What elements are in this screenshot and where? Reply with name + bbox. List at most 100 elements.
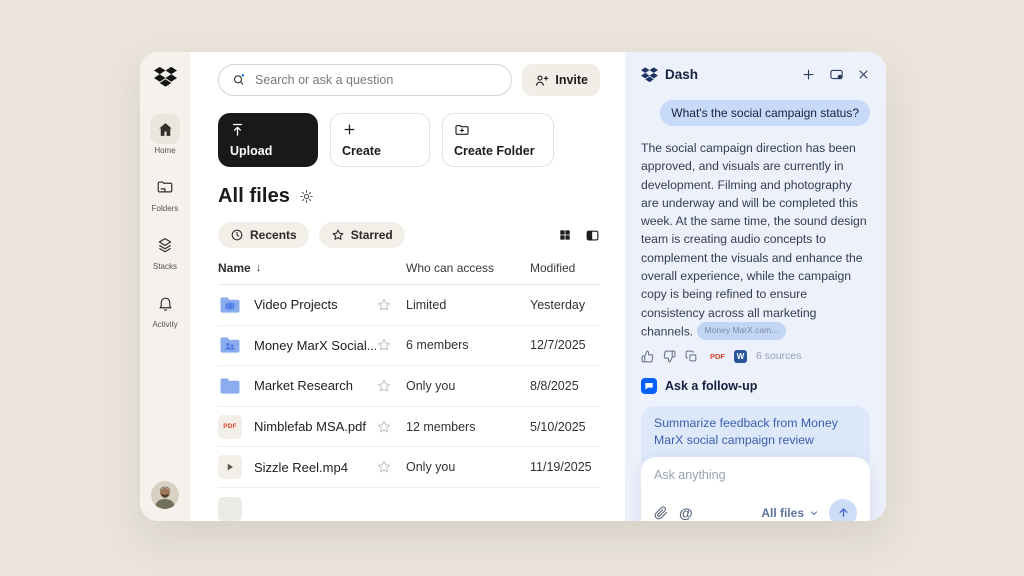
table-row[interactable]: PDF Nimblefab MSA.pdf 12 members 5/10/20…: [218, 407, 600, 448]
invite-button[interactable]: Invite: [522, 64, 600, 96]
star-toggle-icon[interactable]: [376, 419, 406, 435]
video-file-icon: [218, 455, 242, 479]
filter-starred[interactable]: Starred: [319, 222, 405, 248]
chevron-down-icon: [808, 507, 820, 519]
copy-icon[interactable]: [685, 350, 698, 363]
upload-button[interactable]: Upload: [218, 113, 318, 167]
modified-cell: Yesterday: [530, 298, 600, 312]
folder-video-icon: [218, 293, 242, 317]
star-icon: [331, 228, 345, 242]
person-plus-icon: [534, 73, 549, 88]
column-header-access[interactable]: Who can access: [406, 261, 530, 275]
app-window: Home Folders Stacks Activity: [140, 52, 886, 521]
gear-icon[interactable]: [299, 189, 314, 204]
modified-cell: 12/7/2025: [530, 338, 600, 352]
scope-selector[interactable]: All files: [761, 506, 820, 520]
new-chat-icon[interactable]: [801, 67, 816, 82]
table-row[interactable]: Video Projects Limited Yesterday: [218, 285, 600, 326]
access-cell: Only you: [406, 379, 530, 393]
sidebar-item-label: Folders: [152, 204, 179, 213]
sidebar-item-label: Stacks: [153, 262, 177, 271]
sidebar-item-folders[interactable]: Folders: [150, 172, 180, 213]
file-name: Video Projects: [254, 297, 376, 312]
search-icon: [231, 72, 247, 88]
dropbox-logo-icon[interactable]: [154, 65, 177, 88]
sort-descending-icon: ↓: [256, 262, 262, 274]
create-folder-button[interactable]: Create Folder: [442, 113, 554, 167]
table-header: Name ↓ Who can access Modified: [218, 261, 600, 285]
file-name: Money MarX Social...: [254, 338, 376, 353]
home-icon: [150, 114, 180, 144]
user-avatar[interactable]: [151, 481, 179, 509]
star-toggle-icon[interactable]: [376, 297, 406, 313]
source-chip[interactable]: Money MarX cam...: [697, 322, 787, 340]
ask-followup-button[interactable]: Ask a follow-up: [641, 378, 870, 394]
dash-title: Dash: [665, 67, 698, 82]
folder-shared-icon: [218, 333, 242, 357]
sidebar-item-activity[interactable]: Activity: [150, 288, 180, 329]
filter-recents[interactable]: Recents: [218, 222, 309, 248]
create-label: Create: [342, 144, 418, 158]
pdf-source-icon: PDF: [710, 352, 725, 361]
user-message-bubble: What's the social campaign status?: [660, 100, 870, 126]
create-folder-label: Create Folder: [454, 144, 542, 158]
clock-icon: [230, 228, 244, 242]
thumbs-down-icon[interactable]: [663, 350, 676, 363]
table-row[interactable]: [218, 497, 600, 521]
sidebar-item-label: Activity: [152, 320, 177, 329]
attachment-icon[interactable]: [654, 506, 668, 520]
upload-label: Upload: [230, 144, 306, 158]
bell-icon: [150, 288, 180, 318]
ask-input[interactable]: Ask anything: [654, 468, 857, 482]
close-icon[interactable]: [857, 68, 870, 81]
send-button[interactable]: [829, 499, 857, 521]
table-row[interactable]: Money MarX Social... 6 members 12/7/2025: [218, 326, 600, 367]
sources-count[interactable]: 6 sources: [756, 350, 802, 362]
access-cell: Limited: [406, 298, 530, 312]
word-source-icon: W: [734, 350, 747, 363]
star-toggle-icon[interactable]: [376, 378, 406, 394]
create-button[interactable]: Create: [330, 113, 430, 167]
modified-cell: 11/19/2025: [530, 460, 600, 474]
column-header-modified[interactable]: Modified: [530, 261, 600, 275]
plus-icon: [342, 122, 357, 137]
sidebar-item-home[interactable]: Home: [150, 114, 180, 155]
sidebar-item-label: Home: [154, 146, 175, 155]
column-header-name[interactable]: Name ↓: [218, 261, 376, 275]
pdf-file-icon: PDF: [218, 415, 242, 439]
folder-plus-icon: [454, 122, 470, 138]
chat-bubble-icon: [641, 378, 657, 394]
main-content: Search or ask a question Invite Upload C…: [190, 52, 625, 521]
invite-label: Invite: [555, 73, 588, 87]
sidebar: Home Folders Stacks Activity: [140, 52, 190, 521]
folder-icon: [150, 172, 180, 202]
file-name: Sizzle Reel.mp4: [254, 460, 376, 475]
access-cell: 12 members: [406, 420, 530, 434]
ai-response: The social campaign direction has been a…: [641, 139, 870, 341]
table-row[interactable]: Sizzle Reel.mp4 Only you 11/19/2025: [218, 447, 600, 488]
file-name: Market Research: [254, 378, 376, 393]
mention-icon[interactable]: @: [679, 505, 693, 521]
star-toggle-icon[interactable]: [376, 337, 406, 353]
chat-history-icon[interactable]: [829, 67, 844, 82]
split-view-icon[interactable]: [585, 228, 600, 243]
dash-logo-icon: [641, 66, 658, 83]
modified-cell: 5/10/2025: [530, 420, 600, 434]
search-input[interactable]: Search or ask a question: [218, 64, 512, 96]
upload-icon: [230, 122, 245, 137]
grid-view-icon[interactable]: [558, 228, 572, 242]
star-toggle-icon[interactable]: [376, 459, 406, 475]
table-row[interactable]: Market Research Only you 8/8/2025: [218, 366, 600, 407]
file-name: Nimblefab MSA.pdf: [254, 419, 376, 434]
thumbs-up-icon[interactable]: [641, 350, 654, 363]
stacks-icon: [150, 230, 180, 260]
access-cell: 6 members: [406, 338, 530, 352]
folder-icon: [218, 374, 242, 398]
ask-input-card: Ask anything @ All files: [641, 457, 870, 521]
access-cell: Only you: [406, 460, 530, 474]
filter-label: Recents: [250, 228, 297, 242]
sidebar-item-stacks[interactable]: Stacks: [150, 230, 180, 271]
modified-cell: 8/8/2025: [530, 379, 600, 393]
page-title: All files: [218, 185, 290, 208]
filter-label: Starred: [351, 228, 393, 242]
